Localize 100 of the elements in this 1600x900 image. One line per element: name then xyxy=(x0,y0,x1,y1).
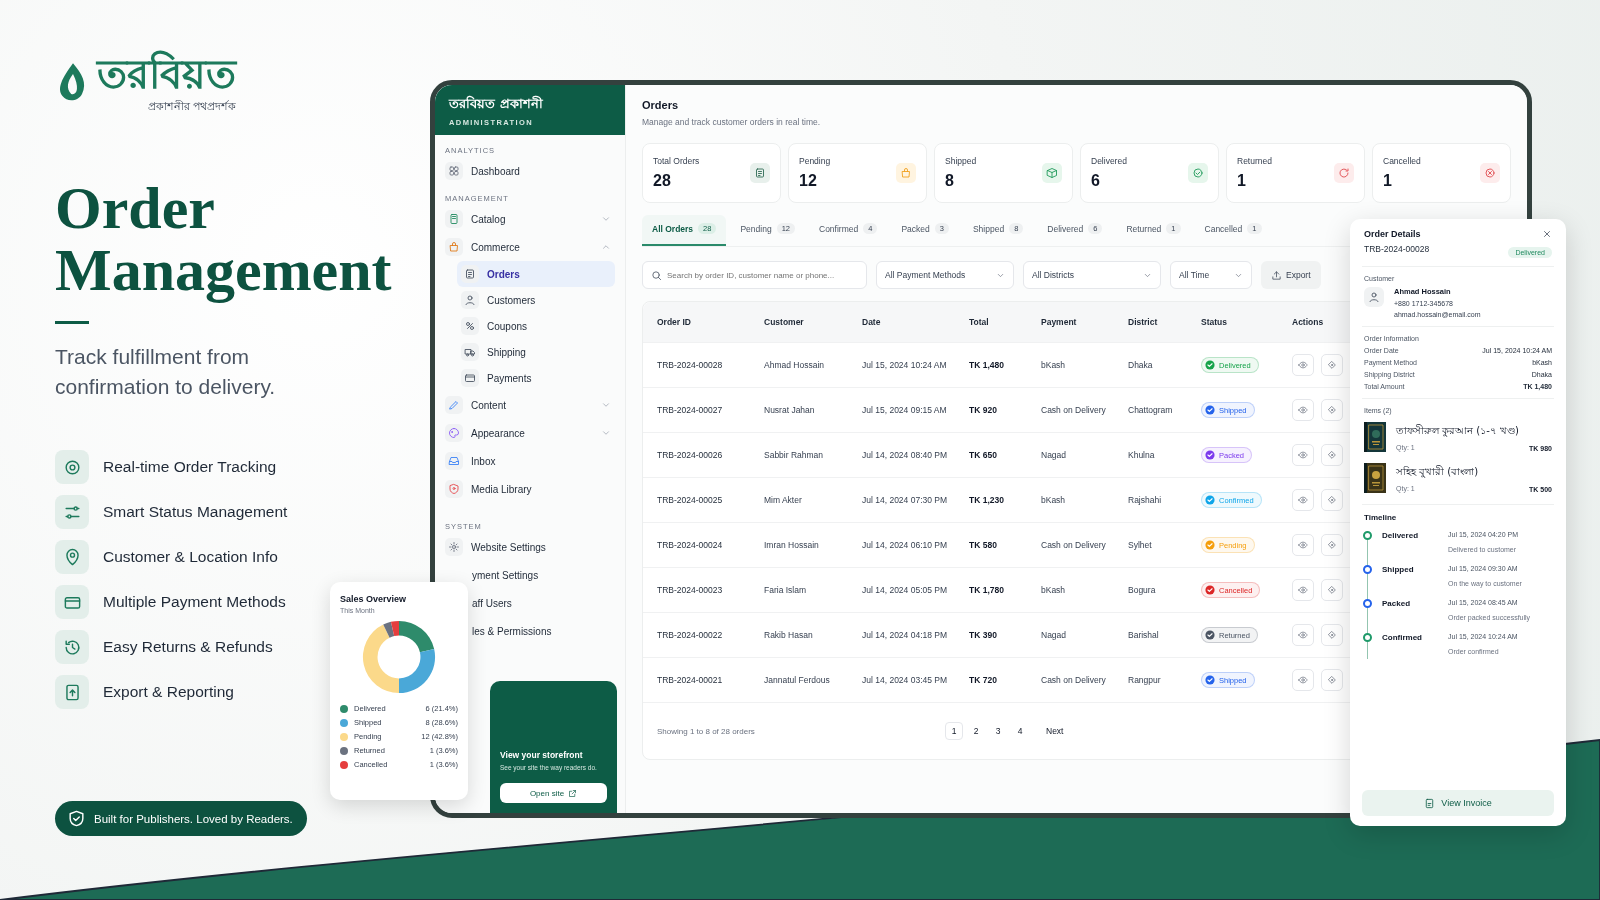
sidebar-item[interactable]: Inbox xyxy=(445,447,615,475)
sidebar-subitem[interactable]: Coupons xyxy=(457,313,615,339)
stat-label: Total Orders xyxy=(653,156,700,166)
sidebar-item[interactable]: aff Users xyxy=(472,589,615,617)
table-cell-text: Nagad xyxy=(1040,630,1068,640)
view-button[interactable] xyxy=(1292,399,1314,421)
page-button[interactable]: 2 xyxy=(967,722,985,740)
book-icon xyxy=(448,213,460,225)
sidebar-item[interactable]: yment Settings xyxy=(472,561,615,589)
view-button[interactable] xyxy=(1292,354,1314,376)
event-title: Packed xyxy=(1382,599,1412,608)
table-cell-text: Chattogram xyxy=(1127,405,1174,415)
stat-label: Cancelled xyxy=(1383,156,1421,166)
sidebar-item[interactable]: Appearance xyxy=(445,419,615,447)
sidebar-item[interactable]: Commerce xyxy=(445,233,615,261)
bag-icon xyxy=(448,241,460,253)
diamond-icon xyxy=(1327,540,1337,550)
page-button[interactable]: 1 xyxy=(945,722,963,740)
hero-subtitle: Track fulfillment from confirmation to delivery. xyxy=(55,344,277,400)
diamond-icon xyxy=(1327,360,1337,370)
filter-dropdown[interactable]: All Districts xyxy=(1023,261,1161,289)
action-button[interactable] xyxy=(1321,354,1343,376)
table-cell-text: TRB-2024-00021 xyxy=(656,675,724,685)
column-header: Customer xyxy=(763,317,805,327)
table-cell-text: Jul 15, 2024 10:24 AM xyxy=(861,360,948,370)
table-cell-text: Jul 15, 2024 09:15 AM xyxy=(861,405,948,415)
export-button[interactable]: Export xyxy=(1261,261,1321,289)
filter-dropdown[interactable]: All Time xyxy=(1170,261,1252,289)
sidebar-item[interactable]: Media Library xyxy=(445,475,615,503)
table-cell-text: bKash xyxy=(1040,495,1067,505)
view-button[interactable] xyxy=(1292,489,1314,511)
table-cell-text: TK 390 xyxy=(968,630,998,640)
shield-icon xyxy=(448,483,460,495)
stat-label: Returned xyxy=(1237,156,1272,166)
view-button[interactable] xyxy=(1292,444,1314,466)
sidebar-item[interactable]: Website Settings xyxy=(445,533,615,561)
table-cell-text: Mim Akter xyxy=(763,495,803,505)
feature-label: Multiple Payment Methods xyxy=(103,593,286,611)
next-button[interactable]: Next xyxy=(1041,722,1069,740)
table-cell-text: TRB-2024-00023 xyxy=(656,585,724,595)
view-button[interactable] xyxy=(1292,579,1314,601)
table-cell-text: TRB-2024-00028 xyxy=(656,360,724,370)
view-button[interactable] xyxy=(1292,534,1314,556)
action-button[interactable] xyxy=(1321,534,1343,556)
table-cell-text: TRB-2024-00022 xyxy=(656,630,724,640)
stat-label: Delivered xyxy=(1091,156,1127,166)
action-button[interactable] xyxy=(1321,444,1343,466)
event-title: Shipped xyxy=(1382,565,1415,574)
table-cell-text: Nusrat Jahan xyxy=(763,405,816,415)
table-cell-text: Jul 14, 2024 08:40 PM xyxy=(861,450,949,460)
action-button[interactable] xyxy=(1321,624,1343,646)
diamond-icon xyxy=(1327,675,1337,685)
table-cell-text: Khulna xyxy=(1127,450,1156,460)
view-button[interactable] xyxy=(1292,624,1314,646)
close-icon[interactable] xyxy=(1542,229,1552,239)
page-button[interactable]: 4 xyxy=(1011,722,1029,740)
table-cell-text: Jul 14, 2024 06:10 PM xyxy=(861,540,949,550)
stat-value: 1 xyxy=(1237,172,1247,190)
sidebar-item[interactable]: Content xyxy=(445,391,615,419)
table-cell-text: TK 920 xyxy=(968,405,998,415)
table-cell-text: TRB-2024-00024 xyxy=(656,540,724,550)
filter-dropdown[interactable]: All Payment Methods xyxy=(876,261,1014,289)
shield-check-icon xyxy=(67,809,86,828)
sidebar-item[interactable]: Catalog xyxy=(445,205,615,233)
sidebar-subitem[interactable]: Shipping xyxy=(457,339,615,365)
search-icon xyxy=(651,269,662,281)
column-header: Total xyxy=(968,317,990,327)
table-cell-text: Cash on Delivery xyxy=(1040,540,1107,550)
sidebar-subitem[interactable]: Customers xyxy=(457,287,615,313)
table-cell-text: Dhaka xyxy=(1127,360,1154,370)
sidebar-item[interactable]: les & Permissions xyxy=(472,617,615,645)
sidebar-subitem[interactable]: Orders xyxy=(457,261,615,287)
user-icon xyxy=(464,294,476,306)
upload-icon xyxy=(1271,269,1282,281)
table-cell-text: Rangpur xyxy=(1127,675,1162,685)
panel-title: Order Details xyxy=(1364,229,1422,239)
sidebar-subitem[interactable]: Payments xyxy=(457,365,615,391)
action-button[interactable] xyxy=(1321,579,1343,601)
action-button[interactable] xyxy=(1321,489,1343,511)
sidebar-item[interactable]: Dashboard xyxy=(445,157,615,185)
palette-icon xyxy=(448,427,460,439)
search-field[interactable]: Search by order ID, customer name or phone... xyxy=(642,261,867,289)
action-button[interactable] xyxy=(1321,669,1343,691)
table-cell-text: Jannatul Ferdous xyxy=(763,675,831,685)
table-cell-text: Jul 14, 2024 05:05 PM xyxy=(861,585,949,595)
diamond-icon xyxy=(1327,405,1337,415)
view-invoice-button[interactable]: View Invoice xyxy=(1362,790,1554,816)
eye-icon xyxy=(1298,540,1308,550)
view-button[interactable] xyxy=(1292,669,1314,691)
action-button[interactable] xyxy=(1321,399,1343,421)
diamond-icon xyxy=(1327,495,1337,505)
feature-label: Smart Status Management xyxy=(103,503,288,521)
section-label: Timeline xyxy=(1364,513,1398,522)
table-cell-text: Barishal xyxy=(1127,630,1160,640)
eye-icon xyxy=(1298,360,1308,370)
table-cell-text: TRB-2024-00026 xyxy=(656,450,724,460)
page-button[interactable]: 3 xyxy=(989,722,1007,740)
open-site-button[interactable]: Open site xyxy=(500,783,607,803)
page-subtitle: Manage and track customer orders in real time. xyxy=(642,117,822,127)
bag-icon xyxy=(900,167,912,179)
